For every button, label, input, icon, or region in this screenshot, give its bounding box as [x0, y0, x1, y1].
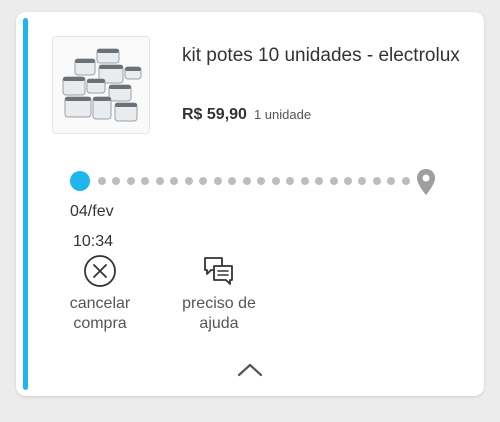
map-pin-icon	[417, 169, 435, 195]
tracker-dot	[401, 177, 410, 185]
tracker-dot	[329, 177, 338, 185]
tracker-dot	[112, 177, 121, 185]
tracker-dot	[170, 177, 179, 185]
product-quantity: 1 unidade	[253, 107, 312, 122]
circle-x-icon	[84, 255, 116, 287]
product-image[interactable]	[52, 36, 150, 134]
collapse-button[interactable]	[234, 360, 266, 380]
chat-bubbles-icon	[204, 257, 233, 285]
order-card: kit potes 10 unidades - electrolux R$ 59…	[16, 12, 484, 396]
tracker-dot	[271, 177, 280, 185]
tracker-dot	[228, 177, 237, 185]
tracker-dot	[315, 177, 324, 185]
tracker-progress-dots	[98, 177, 410, 185]
price-row: R$ 59,90 1 unidade	[182, 106, 311, 124]
cancel-label-line1: cancelar	[69, 295, 131, 312]
product-title[interactable]: kit potes 10 unidades - electrolux	[182, 44, 472, 68]
tracker-start-dot	[70, 171, 90, 191]
product-price: R$ 59,90	[182, 106, 247, 123]
help-label-line2: ajuda	[199, 315, 239, 332]
tracking-date: 04/fev	[70, 203, 114, 220]
cancel-purchase-button[interactable]: cancelar compra	[50, 254, 150, 334]
tracker-dot	[213, 177, 222, 185]
tracker-dot	[343, 177, 352, 185]
food-container-set-image	[62, 48, 142, 122]
tracker-dot	[184, 177, 193, 185]
tracker-dot	[257, 177, 266, 185]
tracker-dot	[387, 177, 396, 185]
chevron-up-icon	[237, 363, 263, 377]
tracker-dot	[300, 177, 309, 185]
tracker-dot	[126, 177, 135, 185]
cancel-label-line2: compra	[73, 315, 127, 332]
tracker-dot	[242, 177, 251, 185]
tracker-dot	[358, 177, 367, 185]
tracker-dot	[372, 177, 381, 185]
need-help-button[interactable]: preciso de ajuda	[169, 254, 269, 334]
delivery-tracker	[68, 169, 435, 200]
tracker-dot	[199, 177, 208, 185]
tracking-time: 10:34	[73, 233, 114, 250]
tracker-dot	[141, 177, 150, 185]
status-accent-bar	[23, 18, 28, 390]
help-label-line1: preciso de	[182, 295, 256, 312]
tracker-dot	[155, 177, 164, 185]
tracker-dot	[286, 177, 295, 185]
tracker-dot	[98, 177, 106, 185]
